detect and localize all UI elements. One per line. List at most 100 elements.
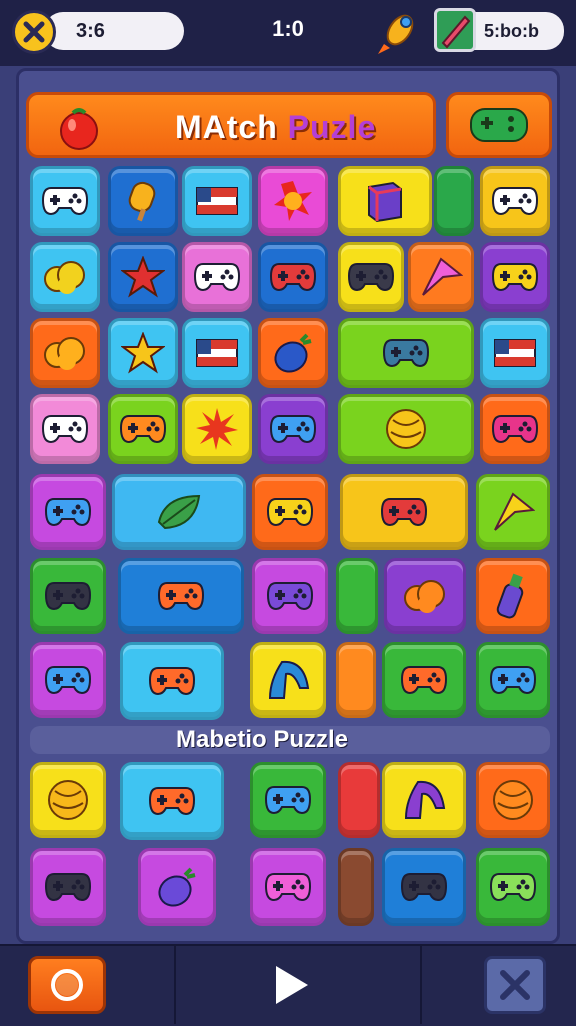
tile-boot[interactable] bbox=[250, 642, 326, 718]
tile-controller-blue-5[interactable] bbox=[250, 762, 326, 838]
tile-arrow-pink[interactable] bbox=[408, 242, 474, 312]
tile-controller-red-2[interactable] bbox=[340, 474, 468, 550]
controller-icon bbox=[489, 870, 537, 904]
tile-flag-2[interactable] bbox=[182, 318, 252, 388]
tile-orange-strip[interactable] bbox=[336, 642, 376, 718]
tile-shell[interactable] bbox=[338, 394, 474, 464]
arrow-icon bbox=[419, 255, 463, 299]
tile-flag-3[interactable] bbox=[480, 318, 550, 388]
controller-menu-button[interactable] bbox=[446, 92, 552, 158]
tile-controller-purple[interactable] bbox=[252, 558, 328, 634]
tile-bottle[interactable] bbox=[476, 558, 550, 634]
tile-blueberry[interactable] bbox=[258, 318, 328, 388]
tile-controller-white-3[interactable] bbox=[30, 394, 100, 464]
play-button[interactable] bbox=[266, 958, 316, 1012]
berry-icon bbox=[269, 331, 317, 375]
tile-controller-orange-2[interactable] bbox=[118, 558, 244, 634]
controller-icon bbox=[269, 260, 317, 294]
tile-controller-blue-3[interactable] bbox=[30, 642, 106, 718]
tile-eggplant[interactable] bbox=[138, 848, 216, 926]
pencil-icon bbox=[441, 15, 471, 49]
close-button[interactable] bbox=[12, 10, 56, 54]
controller-icon bbox=[470, 108, 528, 142]
exit-button[interactable] bbox=[484, 956, 546, 1014]
tile-controller-pink[interactable] bbox=[182, 242, 252, 312]
tile-green-strip-2[interactable] bbox=[336, 558, 378, 634]
tile-ball-yellow[interactable] bbox=[30, 762, 106, 838]
tile-controller-white[interactable] bbox=[30, 166, 100, 236]
tile-controller-teal-wide[interactable] bbox=[338, 318, 474, 388]
tile-controller-blue-2[interactable] bbox=[30, 474, 106, 550]
tile-popsicle[interactable] bbox=[108, 166, 178, 236]
close-icon bbox=[500, 970, 530, 1000]
tile-mushroom[interactable] bbox=[384, 558, 466, 634]
tile-red-star[interactable] bbox=[108, 242, 178, 312]
ball-icon bbox=[45, 777, 91, 823]
tile-controller-blue[interactable] bbox=[258, 394, 328, 464]
tile-controller-white-2[interactable] bbox=[480, 166, 550, 236]
controller-icon bbox=[400, 663, 448, 697]
controller-icon bbox=[157, 579, 205, 613]
controller-icon bbox=[491, 184, 539, 218]
tile-controller-dark-2[interactable] bbox=[30, 558, 106, 634]
flag-icon bbox=[493, 338, 537, 368]
leaf-icon bbox=[155, 492, 203, 532]
controller-icon bbox=[44, 663, 92, 697]
tile-controller-dark-4[interactable] bbox=[382, 848, 466, 926]
title-part1: MAtch bbox=[175, 109, 288, 145]
tile-controller-blue-4[interactable] bbox=[476, 642, 550, 718]
berry-icon bbox=[153, 865, 201, 909]
controller-icon bbox=[400, 870, 448, 904]
controller-icon bbox=[44, 579, 92, 613]
controller-icon bbox=[264, 870, 312, 904]
title-text: MAtch Puzle bbox=[175, 109, 376, 146]
tile-flag-1[interactable] bbox=[182, 166, 252, 236]
tile-boot-2[interactable] bbox=[382, 762, 466, 838]
tile-controller-dark[interactable] bbox=[338, 242, 404, 312]
tile-leaf[interactable] bbox=[112, 474, 246, 550]
tile-orange-blob[interactable] bbox=[30, 318, 100, 388]
controller-icon bbox=[44, 495, 92, 529]
tile-controller-orange-3[interactable] bbox=[120, 642, 224, 720]
flag-icon bbox=[195, 338, 239, 368]
pencil-tool[interactable] bbox=[434, 8, 476, 52]
restart-button[interactable] bbox=[28, 956, 106, 1014]
tile-orange-ball[interactable] bbox=[476, 762, 550, 838]
rocket-icon[interactable] bbox=[374, 8, 424, 58]
tile-burst[interactable] bbox=[182, 394, 252, 464]
tile-controller-orange-4[interactable] bbox=[382, 642, 466, 718]
popsicle-icon bbox=[123, 179, 163, 223]
tile-controller-yellow-2[interactable] bbox=[252, 474, 328, 550]
tile-star-flower[interactable] bbox=[258, 166, 328, 236]
tile-cookie[interactable] bbox=[30, 242, 100, 312]
controller-icon bbox=[41, 184, 89, 218]
tile-controller-green[interactable] bbox=[476, 848, 550, 926]
tile-yellow-star[interactable] bbox=[108, 318, 178, 388]
blob-icon bbox=[401, 576, 449, 616]
sub-banner-text: Mabetio Puzzle bbox=[176, 726, 349, 753]
tile-red-strip[interactable] bbox=[338, 762, 380, 838]
tile-controller-yellow[interactable] bbox=[480, 242, 550, 312]
tile-controller-pink-2[interactable] bbox=[250, 848, 326, 926]
flag-icon bbox=[195, 186, 239, 216]
center-counter: 1:0 bbox=[272, 16, 304, 41]
tile-controller-orange-5[interactable] bbox=[120, 762, 224, 840]
tile-controller-magenta[interactable] bbox=[480, 394, 550, 464]
tile-cube[interactable] bbox=[338, 166, 432, 236]
tile-controller-dark-3[interactable] bbox=[30, 848, 106, 926]
controller-icon bbox=[264, 783, 312, 817]
controller-icon bbox=[489, 663, 537, 697]
tile-brown-strip[interactable] bbox=[338, 848, 374, 926]
flower-icon bbox=[271, 179, 315, 223]
blob-icon bbox=[41, 257, 89, 297]
title-banner: MAtch Puzle bbox=[26, 92, 436, 158]
bottle-icon bbox=[493, 571, 533, 621]
tile-controller-orange[interactable] bbox=[108, 394, 178, 464]
tile-arrow-yellow[interactable] bbox=[476, 474, 550, 550]
controller-icon bbox=[148, 784, 196, 818]
controller-icon bbox=[266, 495, 314, 529]
boot-icon bbox=[264, 658, 312, 702]
tile-controller-red[interactable] bbox=[258, 242, 328, 312]
controller-icon bbox=[148, 664, 196, 698]
tile-green-strip[interactable] bbox=[434, 166, 474, 236]
